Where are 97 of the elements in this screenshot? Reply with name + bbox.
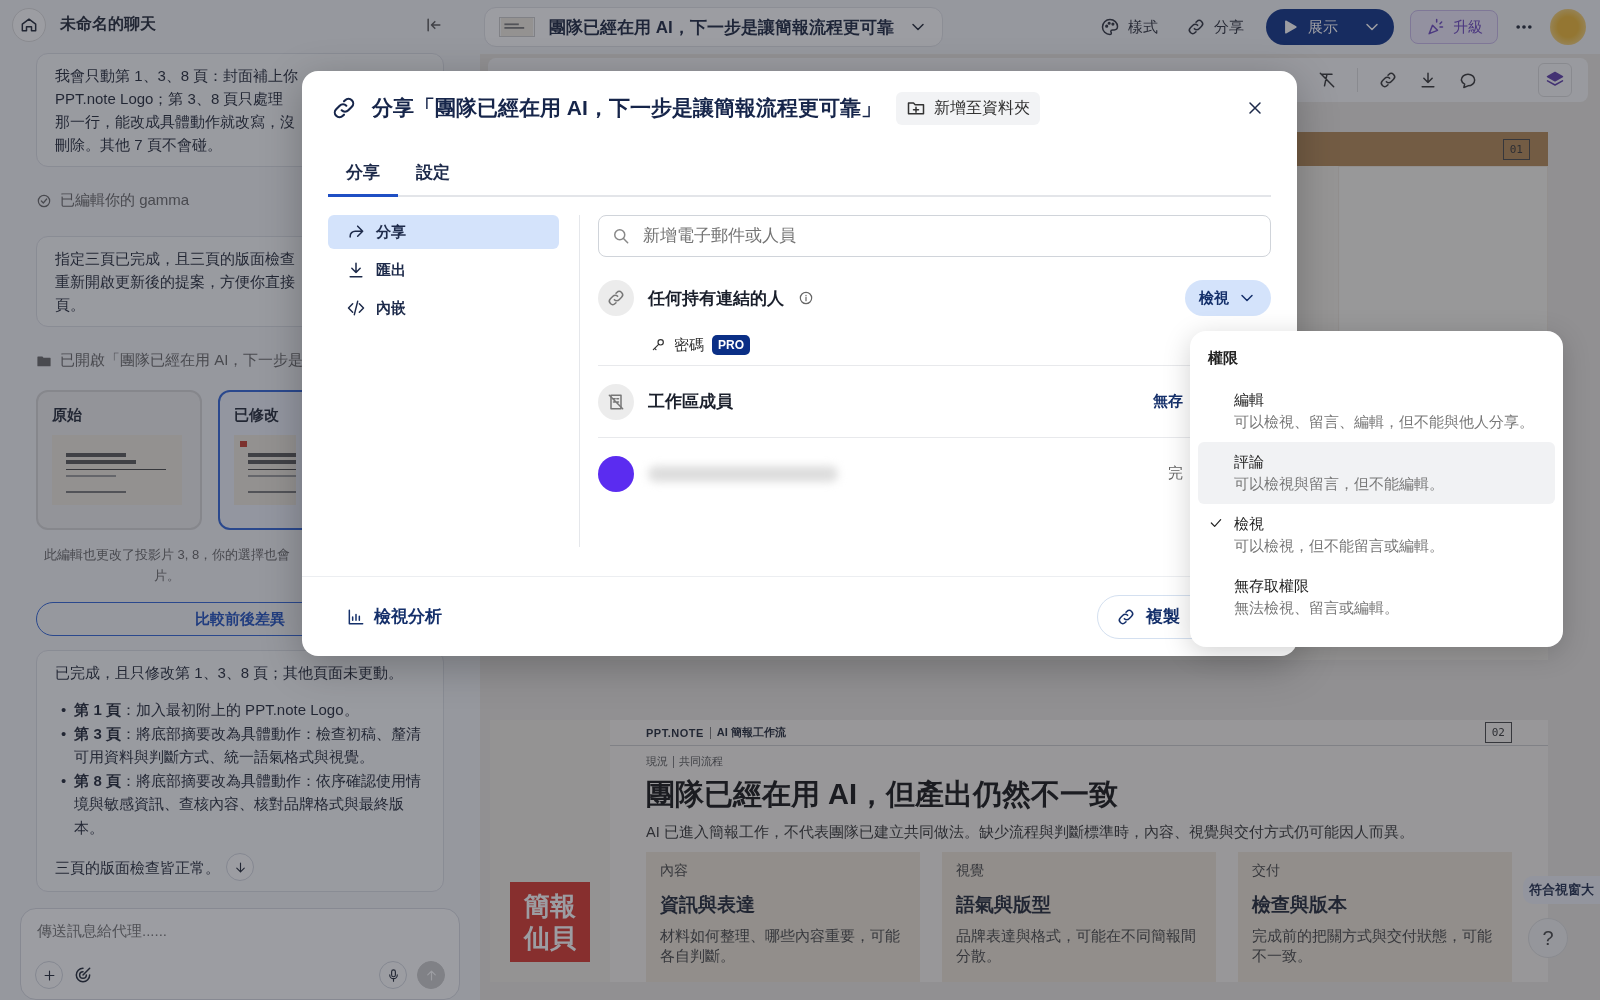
link-icon xyxy=(1186,17,1206,37)
analytics-link[interactable]: 檢視分析 xyxy=(346,605,442,628)
note-text: 此編輯也更改了投影片 3, 8，你的選擇也會 片。 xyxy=(42,546,292,586)
option-label: 編輯 xyxy=(1234,390,1265,410)
menu-option[interactable]: 檢視 可以檢視，但不能留言或編輯。 xyxy=(1198,504,1555,566)
slide-number: 01 xyxy=(1502,138,1530,160)
message-text: 刪除。其他 7 頁不會碰。 xyxy=(55,135,222,156)
plus-icon xyxy=(41,967,57,983)
section-name: AI 簡報工作流 xyxy=(716,725,786,740)
card-title: 語氣與版型 xyxy=(956,893,1052,917)
eyebrow-text: 現況 xyxy=(646,754,668,769)
tab[interactable]: 設定 xyxy=(398,153,468,197)
password-label: 密碼 xyxy=(674,335,704,355)
bullet-mark: • xyxy=(61,700,67,721)
link-icon xyxy=(1116,606,1136,627)
message-text: 指定三頁已完成，且三頁的版面檢查 xyxy=(55,249,295,270)
bullet-mark: • xyxy=(61,770,67,791)
clear-format-icon[interactable] xyxy=(1317,70,1337,90)
list-item: 第 8 頁：將底部摘要改為具體動作：依序確認使用情境與敏感資訊、查核內容、核對品牌格式與最終版本。 xyxy=(74,770,422,838)
pro-badge: PRO xyxy=(712,335,750,355)
list-item: 第 3 頁：將底部摘要改為具體動作：檢查初稿、釐清可用資料與判斷方式、統一語氣格式與視覺。 xyxy=(74,723,422,768)
message-text: 已完成，且只修改第 1、3、8 頁；其他頁面未更動。 xyxy=(55,663,405,684)
card-tag: 視覺 xyxy=(956,862,1202,880)
card-title: 資訊與表達 xyxy=(660,893,756,917)
scroll-down-button[interactable] xyxy=(226,853,254,882)
microphone-button[interactable] xyxy=(379,961,407,989)
search-field[interactable]: 新增電子郵件或人員 xyxy=(598,215,1271,257)
message-text: PPT.note Logo；第 3、8 頁只處理 xyxy=(55,89,284,110)
spiral-icon[interactable] xyxy=(73,965,93,985)
status-text: 已開啟「團隊已經在用 AI，下一步是 xyxy=(60,351,304,371)
bullet-mark: • xyxy=(61,723,67,744)
option-description: 可以檢視、留言、編輯，但不能與他人分享。 xyxy=(1234,413,1534,432)
card-text: 材料如何整理、哪些內容重要，可能各自判斷。 xyxy=(660,926,901,966)
card-tag: 交付 xyxy=(1252,862,1498,880)
link-icon xyxy=(606,288,626,308)
check-circle-icon xyxy=(36,192,52,209)
key-icon xyxy=(650,337,666,353)
permission-text[interactable]: 完 xyxy=(1168,464,1183,483)
access-label: 任何持有連結的人 xyxy=(648,287,784,310)
message-text: 三頁的版面檢查皆正常。 xyxy=(55,857,220,878)
search-icon xyxy=(611,226,631,246)
option-description: 可以檢視，但不能留言或編輯。 xyxy=(1234,537,1444,556)
permission-text[interactable]: 無存 xyxy=(1153,392,1183,411)
share-button[interactable]: 分享 xyxy=(1180,17,1250,37)
message-composer[interactable]: 傳送訊息給代理...... xyxy=(20,908,460,1000)
slide-heading: 團隊已經在用 AI，但產出仍然不一致 xyxy=(646,777,1120,812)
fit-to-window-button[interactable]: 符合視窗大 xyxy=(1523,876,1600,904)
slide-number: 02 xyxy=(1484,722,1512,743)
link-icon[interactable] xyxy=(1378,70,1398,90)
list-item: 第 1 頁：加入最初附上的 PPT.note Logo。 xyxy=(74,700,359,721)
version-label: 原始 xyxy=(52,406,83,426)
nav-item[interactable]: 內嵌 xyxy=(328,291,559,325)
add-button[interactable] xyxy=(35,961,63,989)
add-to-folder-button[interactable]: 新增至資料夾 xyxy=(895,91,1040,125)
download-icon[interactable] xyxy=(1418,70,1438,90)
home-button[interactable] xyxy=(12,7,46,42)
option-description: 可以檢視與留言，但不能編輯。 xyxy=(1234,475,1444,494)
tab[interactable]: 分享 xyxy=(328,153,398,197)
card-title: 檢查與版本 xyxy=(1252,893,1348,917)
option-label: 評論 xyxy=(1234,452,1265,472)
message-text: 我會只動第 1、3、8 頁：封面補上你 xyxy=(55,66,299,87)
card-text: 完成前的把關方式與交付狀態，可能不一致。 xyxy=(1252,926,1493,966)
version-card[interactable]: 原始 xyxy=(36,390,202,531)
style-button[interactable]: 樣式 xyxy=(1094,17,1164,37)
message-text: 重新開啟更新後的提案，方便你直接 xyxy=(55,272,295,293)
nav-item[interactable]: 匯出 xyxy=(328,253,559,287)
user-avatar xyxy=(598,455,634,492)
dialog-title: 分享「團隊已經在用 AI，下一步是讓簡報流程更可靠」 xyxy=(372,95,882,121)
brand-name: PPT.NOTE xyxy=(646,726,704,739)
document-title-dropdown[interactable]: 團隊已經在用 AI，下一步是讓簡報流程更可靠 xyxy=(484,7,943,47)
option-label: 檢視 xyxy=(1234,514,1265,534)
option-label: 無存取權限 xyxy=(1234,576,1310,596)
download-icon xyxy=(346,260,366,280)
sparkle-icon xyxy=(1425,17,1445,37)
menu-heading: 權限 xyxy=(1206,348,1239,368)
layers-button[interactable] xyxy=(1538,63,1572,97)
nav-item[interactable]: 分享 xyxy=(328,215,559,249)
help-button[interactable]: ? xyxy=(1528,918,1568,958)
menu-option[interactable]: 編輯 可以檢視、留言、編輯，但不能與他人分享。 xyxy=(1198,380,1555,442)
comment-icon[interactable] xyxy=(1458,70,1478,90)
slide-subtitle: AI 已進入簡報工作，不代表團隊已建立共同做法。缺少流程與判斷標準時，內容、視覺與交付方式仍可能因人而異。 xyxy=(646,823,1415,842)
eyebrow-text: 共同流程 xyxy=(679,754,723,769)
permission-dropdown[interactable]: 檢視 xyxy=(1185,280,1271,316)
message-input[interactable]: 傳送訊息給代理...... xyxy=(35,921,445,941)
menu-option[interactable]: 評論 可以檢視與留言，但不能編輯。 xyxy=(1198,442,1555,504)
logo: 簡報仙貝 xyxy=(510,882,590,962)
member-label: 工作區成員 xyxy=(648,391,733,413)
message-text: 那一行，能改成具體動作就改寫，沒 xyxy=(55,112,295,133)
card-text: 品牌表達與格式，可能在不同簡報間分散。 xyxy=(956,926,1197,966)
chat-title: 未命名的聊天 xyxy=(60,14,157,34)
message-text: 頁。 xyxy=(55,295,85,316)
info-icon[interactable] xyxy=(798,290,814,306)
version-label: 已修改 xyxy=(234,406,280,426)
code-icon xyxy=(346,298,366,318)
status-text: 已編輯你的 gamma xyxy=(60,191,190,211)
card-tag: 內容 xyxy=(660,862,906,880)
palette-icon xyxy=(1100,17,1120,37)
